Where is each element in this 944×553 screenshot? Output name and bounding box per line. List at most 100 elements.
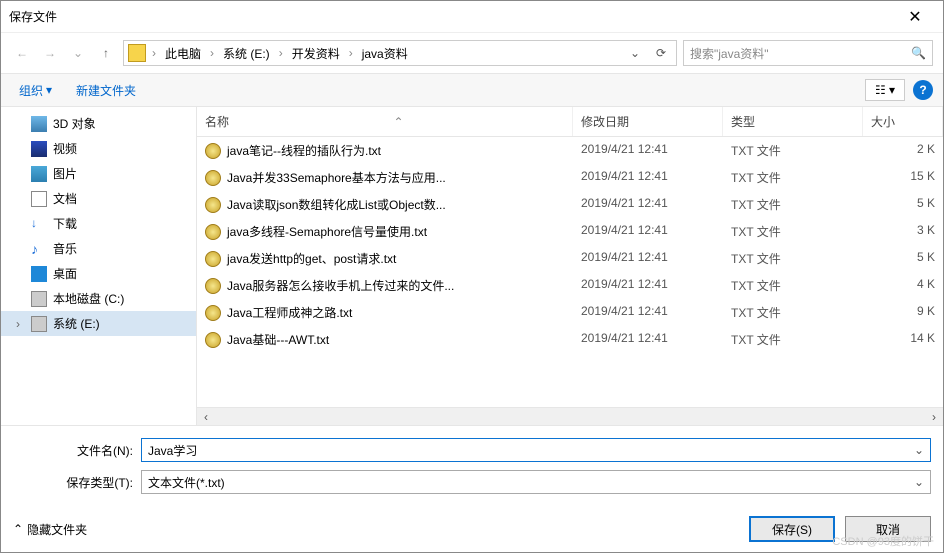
file-size: 2 K [863, 140, 943, 161]
file-row[interactable]: java笔记--线程的插队行为.txt2019/4/21 12:41TXT 文件… [197, 137, 943, 164]
col-size[interactable]: 大小 [863, 107, 943, 136]
crumb-folder1[interactable]: 开发资料 [289, 45, 343, 62]
footer: ⌃隐藏文件夹 保存(S) 取消 [1, 508, 943, 552]
new-folder-button[interactable]: 新建文件夹 [68, 78, 144, 103]
filetype-label: 保存类型(T): [13, 474, 133, 491]
filename-input[interactable]: Java学习 ⌄ [141, 438, 931, 462]
chevron-right-icon[interactable]: › [208, 46, 216, 60]
sidebar-item[interactable]: 视频 [1, 136, 196, 161]
file-size: 15 K [863, 167, 943, 188]
breadcrumb-dropdown-icon[interactable]: ⌄ [624, 46, 646, 60]
recent-dropdown-icon[interactable]: ⌄ [67, 42, 89, 64]
crumb-drive[interactable]: 系统 (E:) [220, 45, 273, 62]
file-icon [205, 278, 221, 294]
help-icon[interactable]: ? [913, 80, 933, 100]
scroll-left-icon[interactable]: ‹ [197, 410, 215, 424]
sidebar-item-label: 桌面 [53, 265, 77, 282]
col-date[interactable]: 修改日期 [573, 107, 723, 136]
file-row[interactable]: Java工程师成神之路.txt2019/4/21 12:41TXT 文件9 K [197, 299, 943, 326]
expander-icon[interactable]: › [13, 317, 23, 331]
file-size: 14 K [863, 329, 943, 350]
forward-icon[interactable]: → [39, 42, 61, 64]
close-icon[interactable]: ✕ [895, 7, 935, 27]
file-row[interactable]: Java服务器怎么接收手机上传过来的文件...2019/4/21 12:41TX… [197, 272, 943, 299]
cancel-button[interactable]: 取消 [845, 516, 931, 542]
file-type: TXT 文件 [723, 167, 863, 188]
sidebar-item-label: 3D 对象 [53, 115, 96, 132]
file-row[interactable]: java多线程-Semaphore信号量使用.txt2019/4/21 12:4… [197, 218, 943, 245]
file-icon [205, 305, 221, 321]
file-size: 3 K [863, 221, 943, 242]
crumb-folder2[interactable]: java资料 [359, 45, 411, 62]
file-list[interactable]: java笔记--线程的插队行为.txt2019/4/21 12:41TXT 文件… [197, 137, 943, 407]
sidebar-item[interactable]: 图片 [1, 161, 196, 186]
titlebar: 保存文件 ✕ [1, 1, 943, 33]
ic-disk-icon [31, 291, 47, 307]
chevron-down-icon: ▾ [46, 83, 52, 97]
sidebar-item-label: 音乐 [53, 240, 77, 257]
ic-doc-icon [31, 191, 47, 207]
crumb-pc[interactable]: 此电脑 [162, 45, 204, 62]
file-date: 2019/4/21 12:41 [573, 248, 723, 269]
sidebar-item-label: 下载 [53, 215, 77, 232]
file-name: Java工程师成神之路.txt [227, 304, 352, 321]
file-date: 2019/4/21 12:41 [573, 194, 723, 215]
refresh-icon[interactable]: ⟳ [650, 46, 672, 60]
sidebar-item[interactable]: 音乐 [1, 236, 196, 261]
view-mode-button[interactable]: ☷ ▾ [865, 79, 905, 101]
file-name: java发送http的get、post请求.txt [227, 250, 396, 267]
file-date: 2019/4/21 12:41 [573, 329, 723, 350]
file-panel: 名称⌃ 修改日期 类型 大小 java笔记--线程的插队行为.txt2019/4… [197, 107, 943, 425]
chevron-right-icon[interactable]: › [347, 46, 355, 60]
horizontal-scrollbar[interactable]: ‹ › [197, 407, 943, 425]
file-row[interactable]: Java并发33Semaphore基本方法与应用...2019/4/21 12:… [197, 164, 943, 191]
window-title: 保存文件 [9, 8, 895, 25]
main-area: 3D 对象视频图片文档下载音乐桌面本地磁盘 (C:) ›系统 (E:) 名称⌃ 修… [1, 107, 943, 425]
save-button[interactable]: 保存(S) [749, 516, 835, 542]
file-type: TXT 文件 [723, 329, 863, 350]
file-name: Java读取json数组转化成List或Object数... [227, 196, 446, 213]
file-row[interactable]: java发送http的get、post请求.txt 2019/4/21 12:41… [197, 245, 943, 272]
sidebar: 3D 对象视频图片文档下载音乐桌面本地磁盘 (C:) ›系统 (E:) [1, 107, 197, 425]
sidebar-item[interactable]: 本地磁盘 (C:) [1, 286, 196, 311]
file-type: TXT 文件 [723, 194, 863, 215]
file-type: TXT 文件 [723, 275, 863, 296]
file-icon [205, 224, 221, 240]
chevron-right-icon[interactable]: › [277, 46, 285, 60]
sidebar-item[interactable]: 桌面 [1, 261, 196, 286]
search-input[interactable]: 搜索"java资料" 🔍 [683, 40, 933, 66]
file-date: 2019/4/21 12:41 [573, 302, 723, 323]
file-row[interactable]: Java读取json数组转化成List或Object数... 2019/4/21 … [197, 191, 943, 218]
file-row[interactable]: Java基础---AWT.txt 2019/4/21 12:41TXT 文件14 … [197, 326, 943, 353]
sidebar-item[interactable]: 下载 [1, 211, 196, 236]
scroll-right-icon[interactable]: › [925, 410, 943, 424]
sidebar-item[interactable]: 文档 [1, 186, 196, 211]
breadcrumb[interactable]: › 此电脑 › 系统 (E:) › 开发资料 › java资料 ⌄ ⟳ [123, 40, 677, 66]
up-icon[interactable]: ↑ [95, 42, 117, 64]
search-icon[interactable]: 🔍 [911, 46, 926, 60]
filetype-select[interactable]: 文本文件(*.txt) ⌄ [141, 470, 931, 494]
sidebar-item-label: 本地磁盘 (C:) [53, 290, 124, 307]
chevron-down-icon[interactable]: ⌄ [914, 443, 924, 457]
chevron-right-icon[interactable]: › [150, 46, 158, 60]
sidebar-item[interactable]: ›系统 (E:) [1, 311, 196, 336]
organize-button[interactable]: 组织▾ [11, 78, 60, 103]
file-icon [205, 197, 221, 213]
col-name[interactable]: 名称⌃ [197, 107, 573, 136]
ic-dl-icon [31, 216, 47, 232]
column-headers: 名称⌃ 修改日期 类型 大小 [197, 107, 943, 137]
hide-folders-toggle[interactable]: ⌃隐藏文件夹 [13, 521, 87, 538]
toolbar: 组织▾ 新建文件夹 ☷ ▾ ? [1, 73, 943, 107]
back-icon[interactable]: ← [11, 42, 33, 64]
sidebar-item[interactable]: 3D 对象 [1, 111, 196, 136]
file-icon [205, 251, 221, 267]
ic-pic-icon [31, 166, 47, 182]
file-name: Java基础---AWT.txt [227, 331, 329, 348]
file-icon [205, 143, 221, 159]
chevron-down-icon[interactable]: ⌄ [914, 475, 924, 489]
folder-icon [128, 44, 146, 62]
col-type[interactable]: 类型 [723, 107, 863, 136]
sidebar-item-label: 视频 [53, 140, 77, 157]
file-type: TXT 文件 [723, 140, 863, 161]
file-type: TXT 文件 [723, 221, 863, 242]
